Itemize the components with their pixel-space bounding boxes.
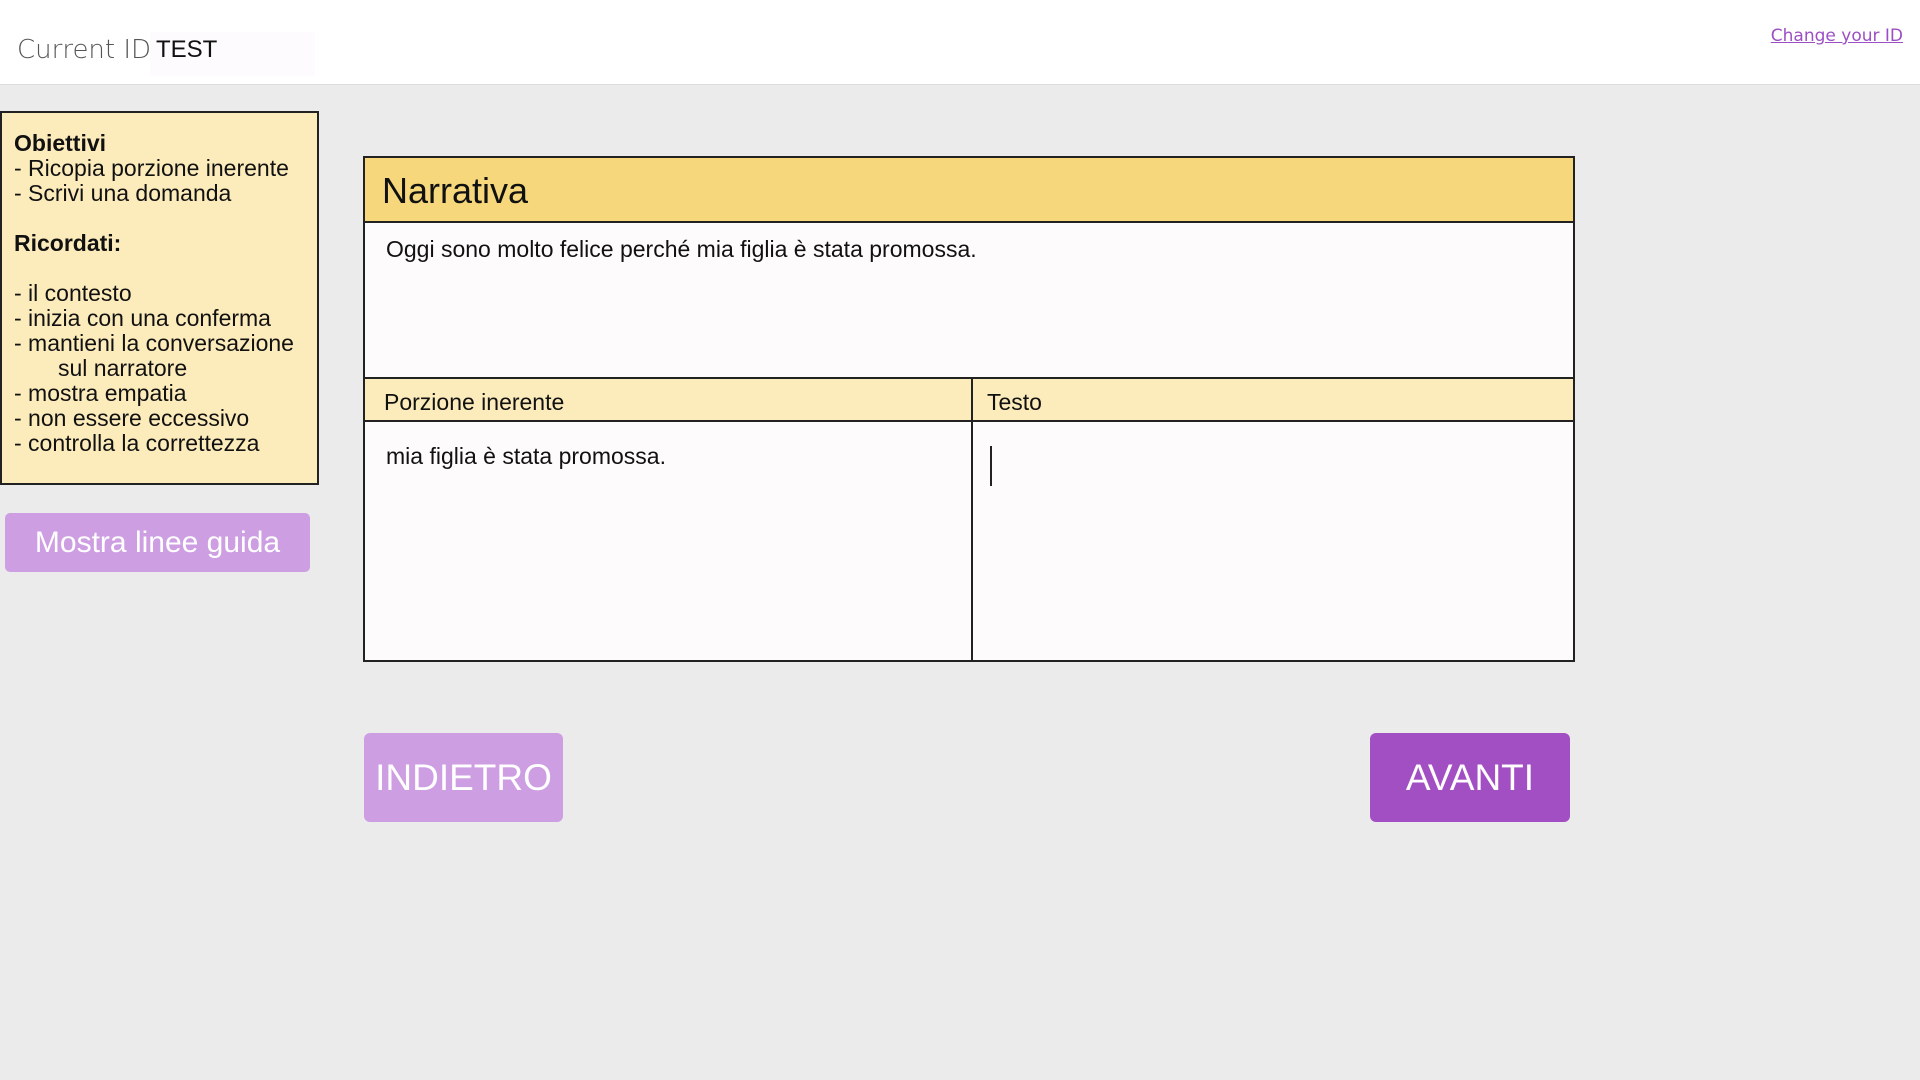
narrative-text: Oggi sono molto felice perché mia figlia… [386,236,977,262]
objective-item: - Scrivi una domanda [14,180,232,206]
top-bar: Current ID: TEST Change your ID [0,0,1920,85]
table-header-row: Porzione inerente Testo [365,377,1573,422]
text-cursor [990,446,992,486]
next-button[interactable]: AVANTI [1370,733,1570,822]
relevant-portion-cell: mia figlia è stata promossa. [386,443,666,469]
current-id-label: Current ID: [17,35,160,65]
remember-item: - non essere eccessivo [14,405,250,431]
remember-item: - il contesto [14,280,132,306]
remember-item: - mantieni la conversazione [14,330,294,356]
remember-item: - mostra empatia [14,380,187,406]
current-id-value: TEST [150,32,315,76]
text-input-field[interactable] [973,422,1573,660]
narrative-panel: Narrativa Oggi sono molto felice perché … [363,156,1575,662]
remember-item: - controlla la correttezza [14,430,260,456]
back-button[interactable]: INDIETRO [364,733,563,822]
show-guidelines-button[interactable]: Mostra linee guida [5,513,310,572]
objective-item: - Ricopia porzione inerente [14,155,289,181]
remember-item: - inizia con una conferma [14,305,271,331]
objectives-heading: Obiettivi [14,130,107,156]
remember-item: sul narratore [58,355,188,381]
change-id-link[interactable]: Change your ID [1771,26,1903,46]
column-header-relevant-portion: Porzione inerente [384,389,565,415]
remember-heading: Ricordati: [14,230,122,256]
panel-title: Narrativa [365,158,1573,223]
guidelines-box: Obiettivi - Ricopia porzione inerente - … [0,111,319,485]
column-header-text: Testo [987,389,1042,415]
